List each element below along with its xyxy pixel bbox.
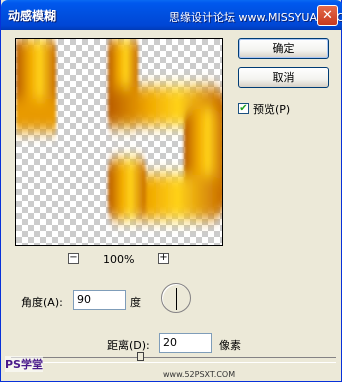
cancel-button[interactable]: 取消 xyxy=(238,67,329,88)
preview-checkbox-label[interactable]: 预览(P) xyxy=(253,101,290,117)
blurred-shapes xyxy=(16,39,222,219)
preview-checkbox[interactable]: ✔ xyxy=(238,103,249,114)
zoom-in-button[interactable]: + xyxy=(158,253,169,264)
zoom-out-button[interactable]: − xyxy=(68,253,79,264)
distance-label: 距离(D): xyxy=(107,339,150,352)
motion-blur-dialog: 动感模糊 思缘设计论坛 www.MISSYUAN.COM ✕ − 100% + … xyxy=(0,0,342,382)
title-bar[interactable]: 动感模糊 思缘设计论坛 www.MISSYUAN.COM ✕ xyxy=(1,0,342,30)
angle-dial-indicator xyxy=(176,288,177,310)
zoom-level: 100% xyxy=(103,253,135,266)
distance-unit: 像素 xyxy=(219,339,241,352)
distance-slider-thumb[interactable] xyxy=(137,352,144,361)
distance-input[interactable]: 20 xyxy=(159,333,212,353)
angle-label: 角度(A): xyxy=(21,296,63,309)
distance-slider-track[interactable] xyxy=(11,357,336,363)
ok-button[interactable]: 确定 xyxy=(238,38,329,59)
close-button[interactable]: ✕ xyxy=(317,5,338,26)
angle-unit: 度 xyxy=(130,296,141,309)
dialog-title: 动感模糊 xyxy=(8,9,57,23)
preview-image[interactable] xyxy=(15,38,223,246)
angle-input[interactable]: 90 xyxy=(73,290,126,310)
watermark-bottom-left: PS学堂 xyxy=(5,356,43,372)
watermark-bottom-right: www.52PSXT.COM xyxy=(163,370,236,379)
angle-dial[interactable] xyxy=(161,283,191,313)
